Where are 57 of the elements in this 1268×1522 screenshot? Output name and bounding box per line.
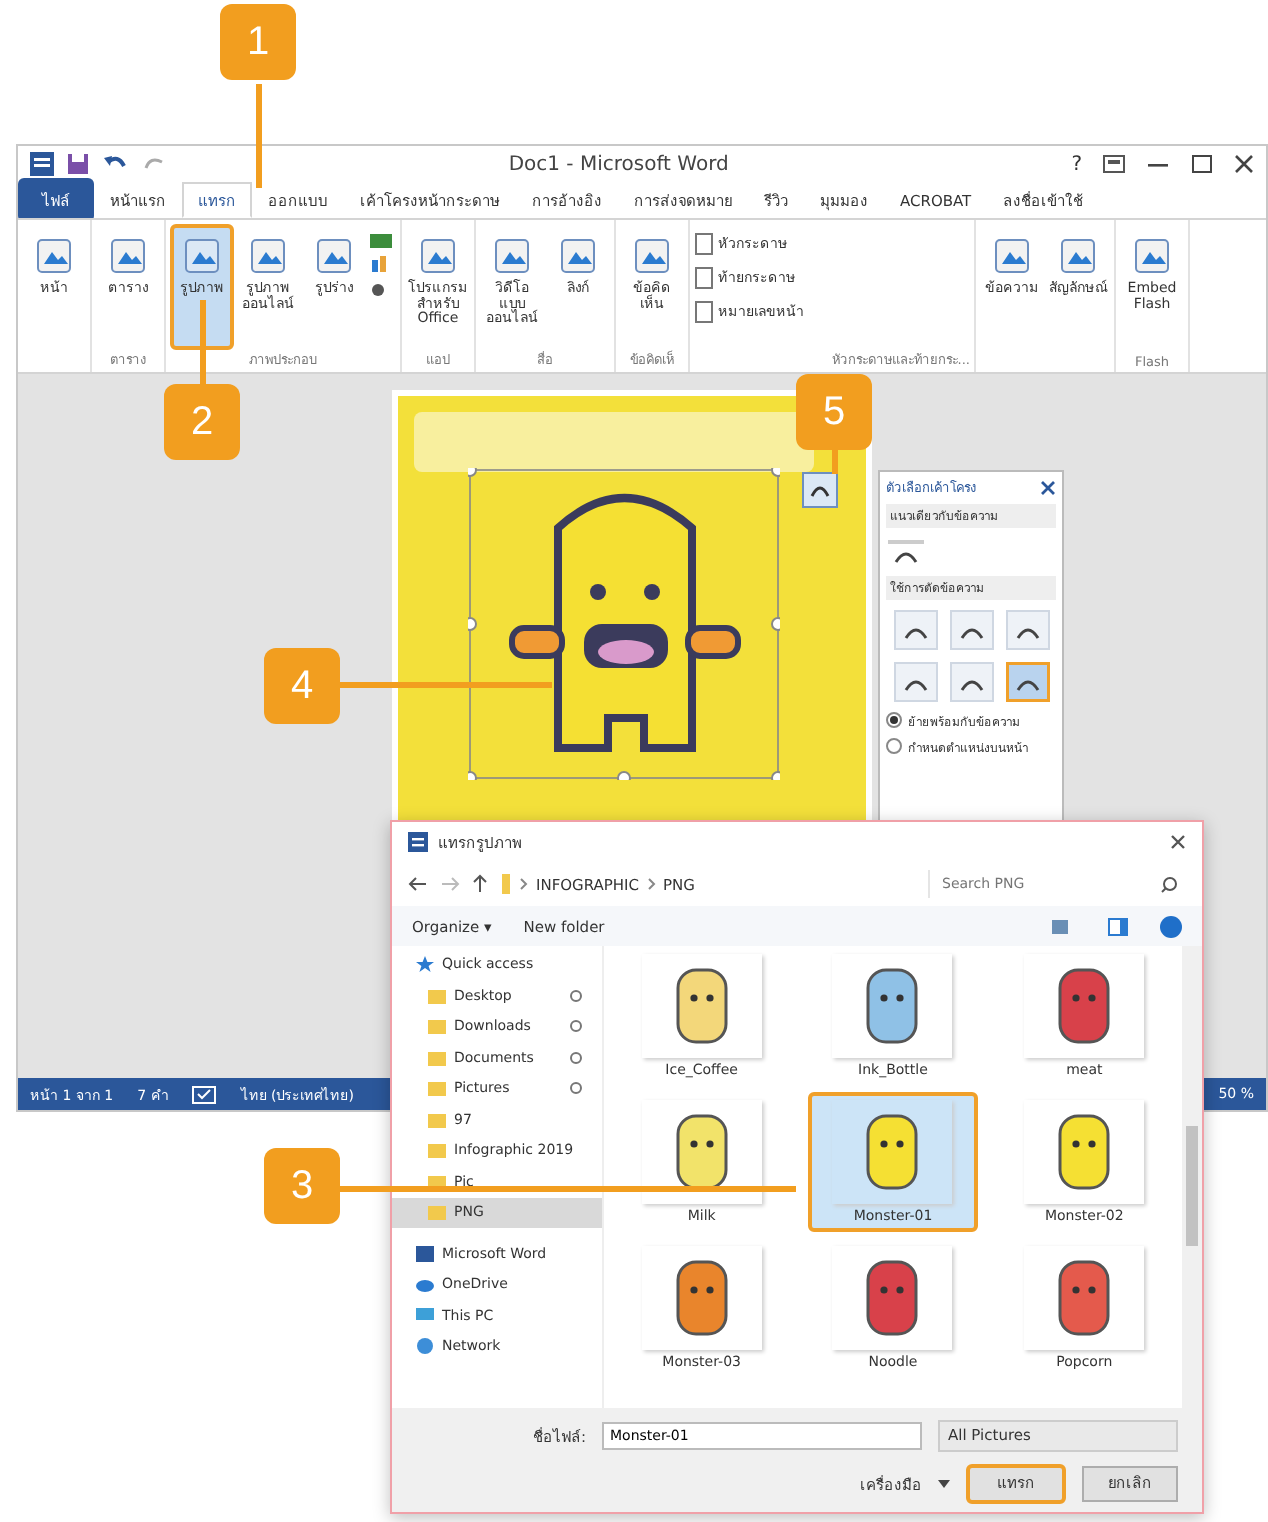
close-icon[interactable] <box>1234 154 1254 174</box>
cloud-icon <box>416 1276 434 1293</box>
picture-icon <box>246 234 290 278</box>
close-icon[interactable] <box>1170 834 1186 850</box>
picture-icon <box>556 234 600 278</box>
wrap-option-icon[interactable] <box>950 610 994 650</box>
star-icon <box>416 956 434 973</box>
chevron-icon <box>647 878 656 890</box>
maximize-icon[interactable] <box>1190 154 1214 174</box>
help-icon[interactable] <box>1160 915 1182 937</box>
proofing-icon[interactable] <box>192 1085 217 1103</box>
picture-icon <box>1130 234 1174 278</box>
network-icon <box>416 1338 434 1355</box>
window-title: Doc1 - Microsoft Word <box>506 153 731 175</box>
help-button[interactable]: ? <box>1071 153 1082 175</box>
chevron-icon <box>520 878 528 890</box>
preview-pane-icon[interactable] <box>1108 917 1128 935</box>
picture-icon <box>312 234 356 278</box>
picture-icon <box>490 234 534 278</box>
radio-button[interactable] <box>886 738 902 754</box>
page-icon <box>694 231 714 255</box>
caret-icon[interactable] <box>938 1480 950 1488</box>
picture-icon <box>630 234 674 278</box>
wrap-option-icon[interactable] <box>950 662 994 702</box>
layout-options-icon[interactable] <box>802 472 838 508</box>
picture-icon <box>32 234 76 278</box>
wrap-option-icon[interactable] <box>894 662 938 702</box>
wrap-option-icon[interactable] <box>894 610 938 650</box>
picture-icon <box>1056 234 1100 278</box>
save-icon[interactable] <box>66 152 90 176</box>
word-logo-icon[interactable] <box>30 152 54 176</box>
step-number-badge: 5 <box>796 374 872 450</box>
step-number-badge: 3 <box>264 1148 340 1224</box>
folder-icon <box>500 874 512 894</box>
pc-icon <box>416 1307 434 1324</box>
close-icon[interactable] <box>1040 480 1056 496</box>
page-icon <box>694 299 714 323</box>
up-arrow-icon[interactable] <box>472 874 488 894</box>
wrap-option-icon[interactable] <box>1006 610 1050 650</box>
page-icon <box>694 265 714 289</box>
back-arrow-icon[interactable] <box>408 876 428 892</box>
step-number-badge: 4 <box>264 648 340 724</box>
picture-icon <box>180 234 224 278</box>
monster-drawing[interactable] <box>468 468 780 780</box>
search-icon[interactable] <box>1160 875 1178 893</box>
leader-line <box>256 84 262 188</box>
picture-icon <box>990 234 1034 278</box>
ribbon-display-icon[interactable] <box>1102 154 1126 174</box>
step-number-badge: 1 <box>220 4 296 80</box>
picture-icon <box>106 234 150 278</box>
word-logo-icon <box>408 832 428 852</box>
picture-icon <box>416 234 460 278</box>
wrap-option-icon[interactable] <box>1006 662 1050 702</box>
word-icon <box>416 1245 434 1262</box>
leader-line <box>200 300 206 384</box>
radio-button[interactable] <box>886 712 902 728</box>
step-number-badge: 2 <box>164 384 240 460</box>
